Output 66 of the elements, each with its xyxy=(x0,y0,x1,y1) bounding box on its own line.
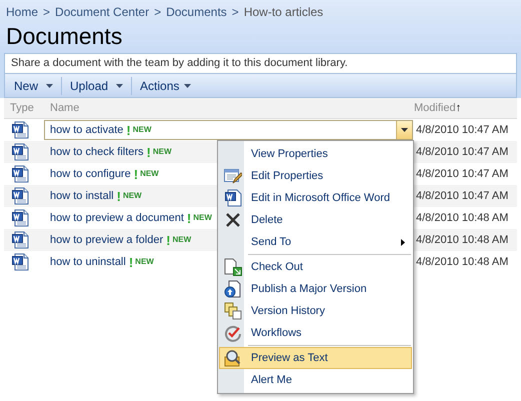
document-link[interactable]: how to check filters xyxy=(50,144,144,160)
menu-item[interactable]: Workflows xyxy=(219,322,412,344)
document-link[interactable]: how to preview a document xyxy=(50,210,184,226)
new-label: NEW xyxy=(132,124,152,136)
document-link[interactable]: how to uninstall xyxy=(50,254,126,270)
modified-date: 4/8/2010 10:48 AM xyxy=(416,232,508,248)
toolbar-menu-button[interactable]: Upload xyxy=(65,76,128,96)
new-mark: ! xyxy=(146,146,151,158)
check-circle-icon xyxy=(224,324,242,342)
dropdown-arrow-icon xyxy=(46,84,54,88)
breadcrumb-separator: > xyxy=(154,4,162,21)
sort-arrow: ↑ xyxy=(456,100,462,116)
dropdown-arrow-icon xyxy=(116,84,124,88)
new-label: NEW xyxy=(152,146,172,158)
menu-item[interactable]: Version History xyxy=(219,300,412,322)
new-mark: ! xyxy=(128,256,134,268)
new-label: NEW xyxy=(193,212,212,224)
close-icon xyxy=(226,213,240,227)
document-link[interactable]: how to configure xyxy=(50,166,131,182)
word-document-icon xyxy=(224,189,242,207)
modified-date: 4/8/2010 10:47 AM xyxy=(416,144,508,160)
document-arrow-icon xyxy=(224,258,242,276)
modified-date: 4/8/2010 10:48 AM xyxy=(416,254,508,270)
breadcrumb-link[interactable]: Home xyxy=(6,3,38,21)
document-link[interactable]: how to activate xyxy=(50,122,124,138)
new-mark: ! xyxy=(126,124,131,136)
new-mark: ! xyxy=(186,212,192,224)
page-title: Documents xyxy=(6,22,124,50)
form-pencil-icon xyxy=(224,168,242,184)
breadcrumb-link[interactable]: Document Center xyxy=(55,3,150,21)
modified-date: 4/8/2010 10:47 AM xyxy=(416,166,508,182)
breadcrumb-separator: > xyxy=(232,4,239,21)
library-description: Share a document with the team by adding it to this document library. xyxy=(4,53,517,74)
menu-item[interactable]: Preview as Text xyxy=(219,347,412,369)
toolbar-menu-button[interactable]: Actions xyxy=(135,76,196,96)
new-label: NEW xyxy=(172,234,192,246)
toolbar-menu-button[interactable]: New xyxy=(9,76,58,96)
menu-item[interactable]: Check Out xyxy=(219,256,412,278)
new-label: NEW xyxy=(140,168,159,180)
menu-item[interactable]: Send To xyxy=(219,231,412,253)
new-label: NEW xyxy=(135,256,154,268)
modified-date: 4/8/2010 10:47 AM xyxy=(416,122,508,138)
submenu-arrow-icon xyxy=(401,238,405,246)
dropdown-arrow-icon xyxy=(401,128,408,132)
magnifier-icon xyxy=(224,349,242,367)
document-link[interactable]: how to preview a folder xyxy=(50,232,164,248)
modified-date: 4/8/2010 10:47 AM xyxy=(416,188,508,204)
document-link[interactable]: how to install xyxy=(50,188,114,204)
modified-date: 4/8/2010 10:48 AM xyxy=(416,210,508,226)
menu-item[interactable]: Edit in Microsoft Office Word xyxy=(219,187,412,209)
documents-stack-icon xyxy=(224,302,242,320)
new-mark: ! xyxy=(166,234,170,246)
menu-item[interactable]: View Properties xyxy=(219,143,412,165)
menu-item[interactable]: Edit Properties xyxy=(219,165,412,187)
menu-item[interactable]: Delete xyxy=(219,209,412,231)
menu-item[interactable]: Publish a Major Version xyxy=(219,278,412,300)
breadcrumb-separator: > xyxy=(43,4,50,21)
breadcrumb-link[interactable]: How-to articles xyxy=(244,3,324,21)
item-menu-button[interactable] xyxy=(396,121,412,139)
new-mark: ! xyxy=(134,168,138,180)
menu-item[interactable]: Alert Me xyxy=(219,369,412,391)
new-mark: ! xyxy=(116,190,121,202)
document-upload-icon xyxy=(224,280,242,298)
new-label: NEW xyxy=(122,190,142,202)
dropdown-arrow-icon xyxy=(184,84,192,88)
breadcrumb-link[interactable]: Documents xyxy=(166,3,227,21)
